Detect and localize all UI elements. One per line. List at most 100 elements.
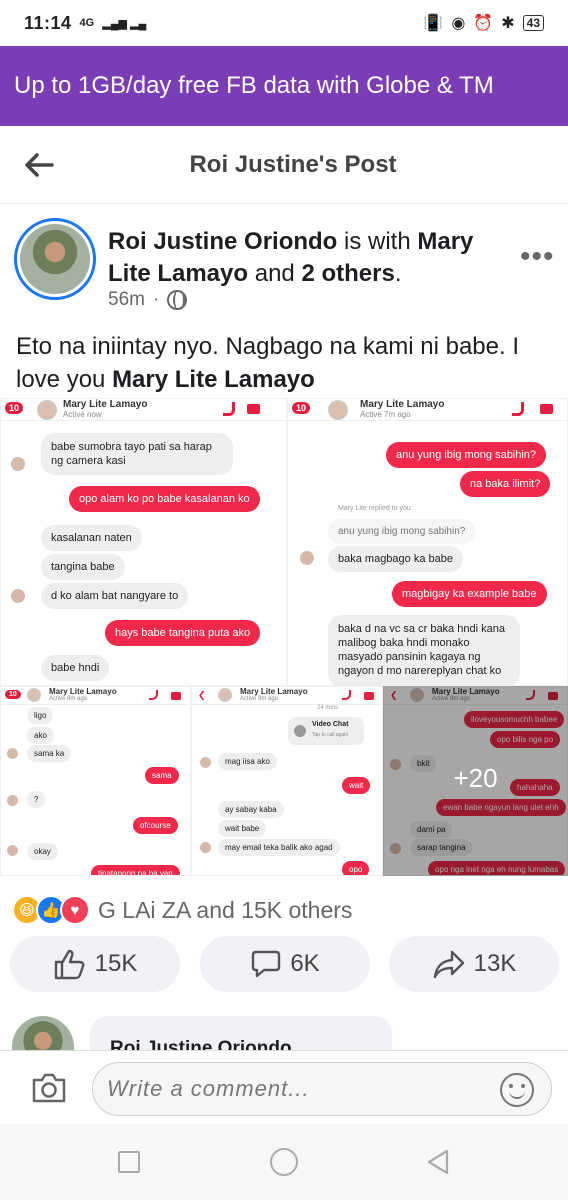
back-badge: 10 xyxy=(292,402,311,414)
clock: 11:14 xyxy=(24,12,72,33)
post-author-row: Roi Justine Oriondo is with Mary Lite La… xyxy=(0,206,568,316)
back-badge: 10 xyxy=(5,402,24,414)
tap-label: Tap to call again xyxy=(312,732,349,738)
like-button[interactable]: 15K xyxy=(10,936,180,992)
chat-status: Active now xyxy=(63,410,102,419)
msg-bubble: magbigay ka example babe xyxy=(392,581,547,607)
msg-bubble: babe hndi xyxy=(41,655,110,681)
video-chat-card: Video Chat Tap to call again xyxy=(288,717,364,745)
chat-avatar xyxy=(37,400,57,420)
back-button[interactable] xyxy=(425,1148,451,1176)
more-photos-count[interactable]: +20 xyxy=(383,763,568,794)
network-signal-icon: 4G xyxy=(79,17,95,29)
chat-status: Active 7m ago xyxy=(360,410,411,419)
video-icon xyxy=(171,692,181,700)
comment-input[interactable]: Write a comment... xyxy=(92,1062,552,1116)
post-time[interactable]: 56m xyxy=(108,289,145,311)
sender-avatar xyxy=(11,589,25,603)
android-nav-bar xyxy=(0,1124,568,1200)
chat-screenshot-a[interactable]: 10 Mary Lite Lamayo Active now babe sumo… xyxy=(0,398,287,686)
msg-bubble: ? xyxy=(27,791,46,808)
lock-icon: ◉ xyxy=(451,15,466,32)
back-icon: ❮ xyxy=(198,690,206,700)
call-duration: 24 mins xyxy=(317,705,339,711)
home-button[interactable] xyxy=(270,1148,298,1176)
post-author-line: Roi Justine Oriondo is with Mary Lite La… xyxy=(108,226,508,290)
video-icon xyxy=(364,692,374,700)
reactions-summary[interactable]: 😆 👍 ♥ G LAi ZA and 15K others xyxy=(12,893,352,927)
msg-bubble: d ko alam bat nangyare to xyxy=(41,583,189,609)
msg-bubble: ako xyxy=(27,727,54,744)
photo-grid[interactable]: 10 Mary Lite Lamayo Active now babe sumo… xyxy=(0,398,568,880)
page-title: Roi Justine's Post xyxy=(189,150,397,178)
globe-icon xyxy=(167,290,188,310)
comment-bubble-icon xyxy=(252,950,281,978)
msg-bubble: opo xyxy=(342,861,370,875)
msg-bubble: wait babe xyxy=(218,820,267,837)
quoted-msg: anu yung ibig mong sabihin? xyxy=(328,519,476,544)
video-icon xyxy=(540,404,553,414)
author-avatar[interactable] xyxy=(14,218,96,300)
love-reaction-icon: ♥ xyxy=(60,895,90,925)
recents-button[interactable] xyxy=(118,1151,140,1173)
others-link[interactable]: 2 others xyxy=(301,260,394,287)
reactions-text: G LAi ZA and 15K others xyxy=(98,896,353,923)
comment-button[interactable]: 6K xyxy=(200,936,370,992)
sender-avatar xyxy=(200,757,211,768)
msg-bubble: sama ka xyxy=(27,745,72,762)
msg-bubble: mag iisa ako xyxy=(218,753,277,770)
chat-status: Active 8m ago xyxy=(49,696,88,702)
phone-icon xyxy=(512,402,524,416)
chat-screenshot-b[interactable]: 10 Mary Lite Lamayo Active 7m ago anu yu… xyxy=(287,398,568,686)
video-chat-label: Video Chat xyxy=(312,721,349,728)
caption-tag[interactable]: Mary Lite Lamayo xyxy=(112,366,315,393)
video-icon xyxy=(294,725,306,737)
back-arrow-icon[interactable] xyxy=(22,148,56,182)
chat-status: Active 8m ago xyxy=(240,696,279,702)
msg-bubble: opo alam ko po babe kasalanan ko xyxy=(69,486,260,512)
chat-name: Mary Lite Lamayo xyxy=(240,687,308,696)
msg-bubble: kasalanan naten xyxy=(41,525,142,551)
msg-bubble: tangina babe xyxy=(41,554,125,580)
separator-dot: · xyxy=(152,289,160,310)
share-count: 13K xyxy=(473,950,517,977)
video-icon xyxy=(247,404,260,414)
reply-note: Mary Lite replied to you xyxy=(338,505,411,512)
chat-name: Mary Lite Lamayo xyxy=(63,399,148,410)
sender-avatar xyxy=(300,551,314,565)
tagged-name-2[interactable]: Lite Lamayo xyxy=(108,260,248,287)
thumbs-up-icon xyxy=(54,949,85,980)
data-promo-banner[interactable]: Up to 1GB/day free FB data with Globe & … xyxy=(0,46,568,126)
msg-bubble: sama xyxy=(145,767,179,784)
chat-screenshot-d[interactable]: ❮ Mary Lite Lamayo Active 8m ago 24 mins… xyxy=(191,686,383,876)
emoji-icon[interactable] xyxy=(500,1073,534,1107)
sender-avatar xyxy=(200,842,211,853)
chat-name: Mary Lite Lamayo xyxy=(360,399,445,410)
sender-avatar xyxy=(7,748,18,759)
msg-bubble: okay xyxy=(27,843,58,860)
chat-avatar xyxy=(328,400,348,420)
msg-bubble: may email teka balik ako agad xyxy=(218,839,340,856)
sender-avatar xyxy=(7,795,18,806)
more-options-icon[interactable]: ••• xyxy=(520,240,555,274)
camera-icon[interactable] xyxy=(30,1071,68,1105)
share-button[interactable]: 13K xyxy=(389,936,559,992)
post-caption: Eto na iniintay nyo. Nagbago na kami ni … xyxy=(16,330,556,396)
msg-bubble: tinatanong pa ba yan xyxy=(91,865,180,875)
phone-icon xyxy=(223,402,235,416)
comment-count: 6K xyxy=(290,950,320,977)
author-name[interactable]: Roi Justine Oriondo xyxy=(108,228,337,255)
msg-bubble: ofcourse xyxy=(133,817,178,834)
bluetooth-icon: ✱ xyxy=(501,15,515,32)
phone-icon xyxy=(149,690,158,700)
signal-bars-icon: ▂▄▆ ▂▄ xyxy=(102,17,147,30)
chat-screenshot-c[interactable]: 10 Mary Lite Lamayo Active 8m ago ligo a… xyxy=(0,686,191,876)
msg-bubble: anu yung ibig mong sabihin? xyxy=(386,442,547,468)
sender-avatar xyxy=(11,457,25,471)
tagged-name[interactable]: Mary xyxy=(417,228,473,255)
msg-bubble: ay sabay kaba xyxy=(218,801,284,818)
chat-name: Mary Lite Lamayo xyxy=(49,687,117,696)
battery-icon: 43 xyxy=(522,15,544,31)
msg-bubble: babe sumobra tayo pati sa harap ng camer… xyxy=(41,433,233,475)
share-arrow-icon xyxy=(433,950,464,979)
